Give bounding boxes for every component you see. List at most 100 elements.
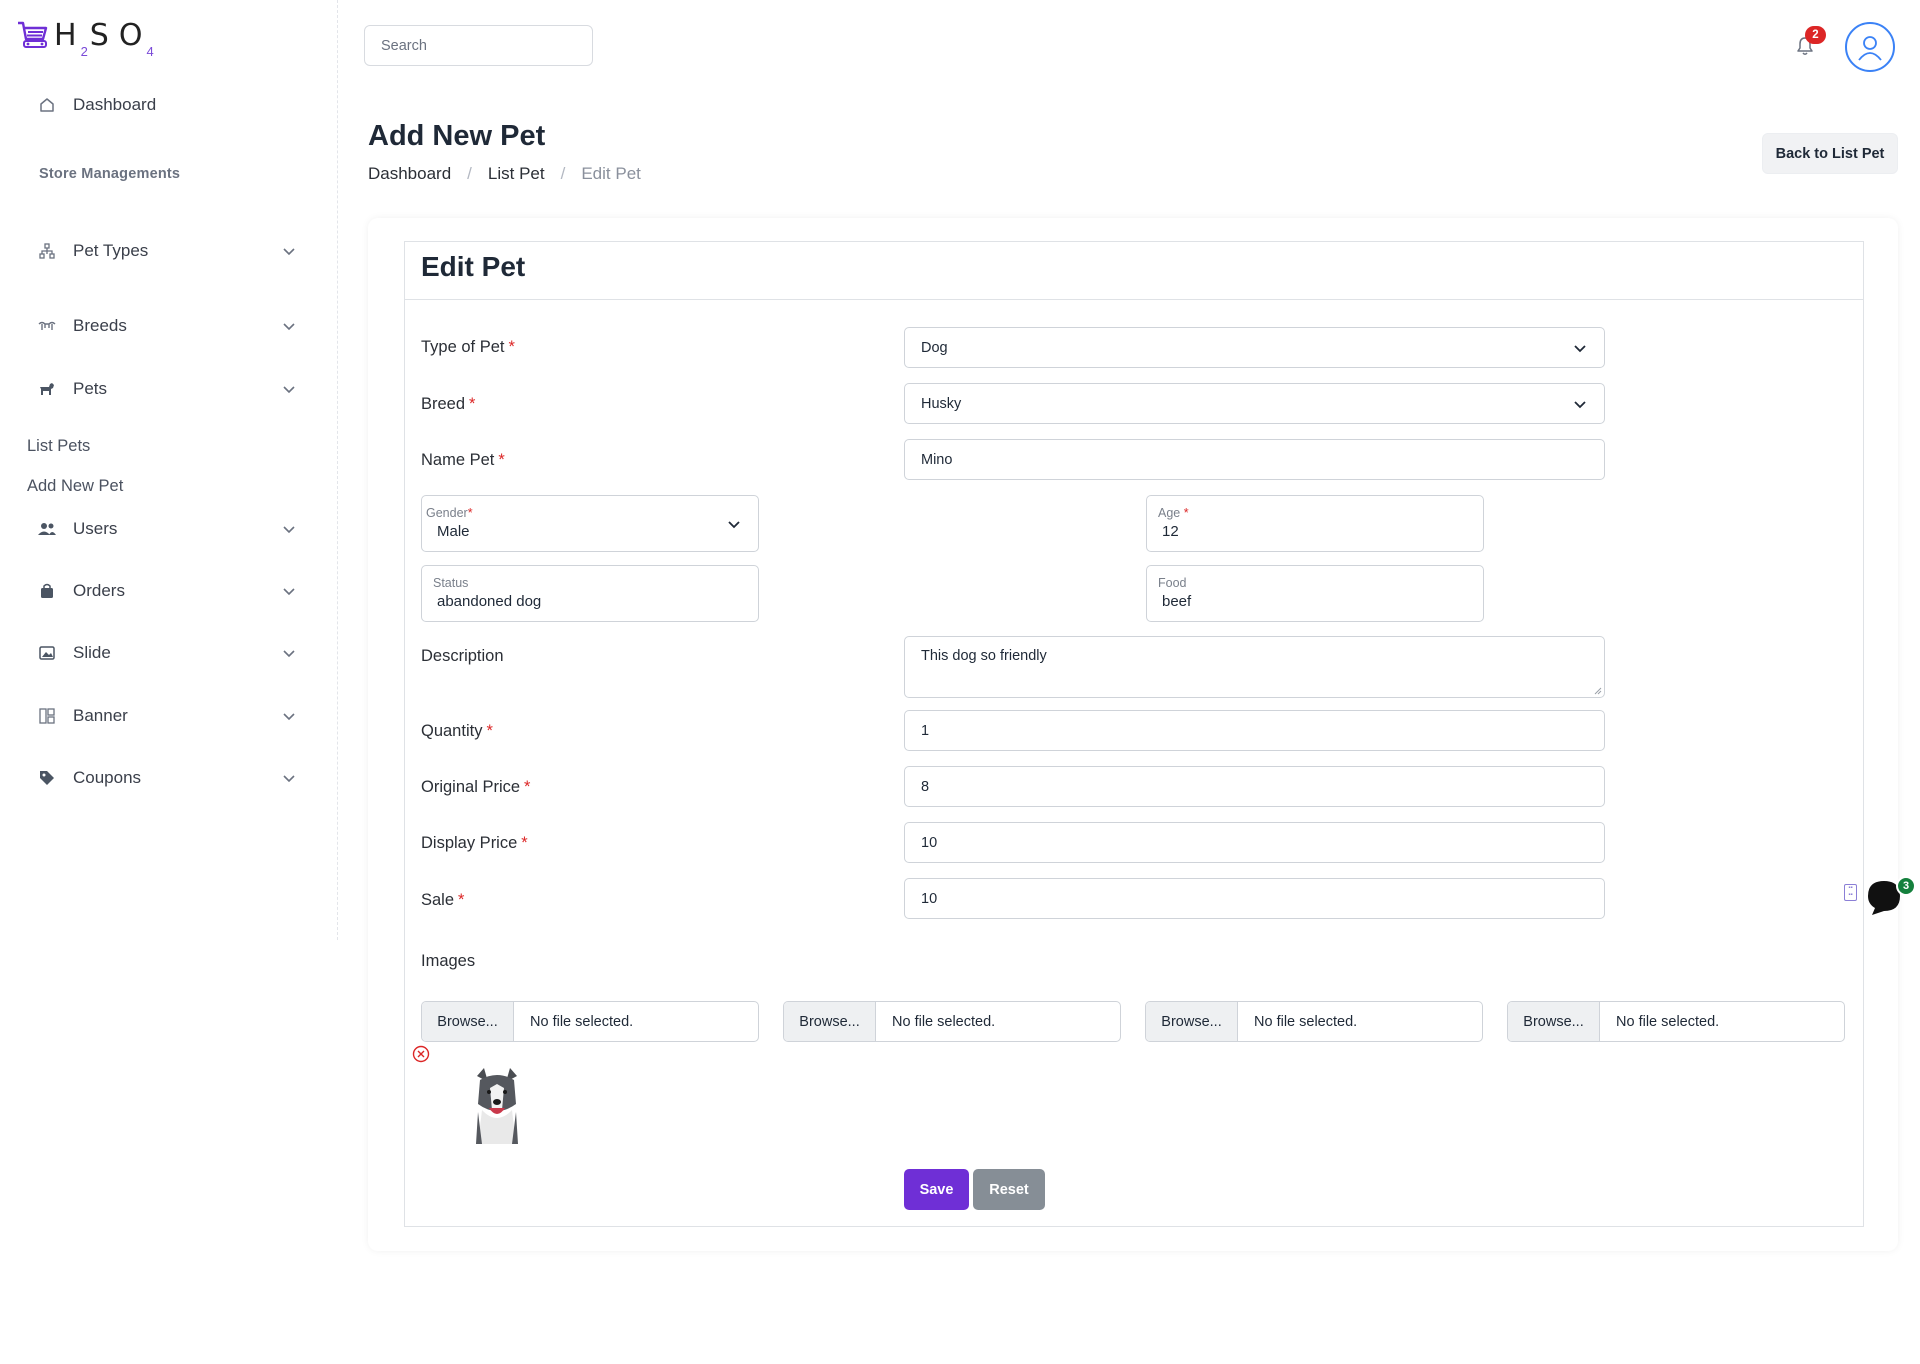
page-title: Add New Pet: [368, 120, 546, 152]
sidebar-item-label: Slide: [73, 643, 111, 662]
status-input[interactable]: Status abandoned dog: [421, 565, 759, 622]
image-file-input-3[interactable]: Browse... No file selected.: [1145, 1001, 1483, 1042]
status-value: abandoned dog: [437, 593, 542, 610]
age-label-text: Age: [1158, 506, 1181, 520]
breadcrumb-list-pet[interactable]: List Pet: [488, 164, 545, 184]
image-file-input-1[interactable]: Browse... No file selected.: [421, 1001, 759, 1042]
age-input[interactable]: Age * 12: [1146, 495, 1484, 552]
gender-select[interactable]: Gender* Male: [421, 495, 759, 552]
browse-button[interactable]: Browse...: [1508, 1002, 1600, 1041]
gender-label: Gender*: [426, 506, 473, 520]
chevron-down-icon: [283, 775, 295, 783]
logo-h: H: [54, 18, 79, 53]
users-icon: [37, 519, 57, 539]
chevron-down-icon: [283, 323, 295, 331]
layout-icon: [37, 706, 57, 726]
sidebar-item-banner[interactable]: Banner: [37, 696, 297, 736]
form-title: Edit Pet: [421, 251, 526, 282]
avatar[interactable]: [1845, 22, 1895, 72]
brand-logo[interactable]: H 2 S O 4: [16, 18, 156, 59]
food-label: Food: [1158, 576, 1187, 590]
chevron-down-icon: [1574, 401, 1586, 409]
image-file-input-2[interactable]: Browse... No file selected.: [783, 1001, 1121, 1042]
display-price-label-text: Display Price: [421, 834, 518, 852]
sidebar-item-orders[interactable]: Orders: [37, 571, 297, 611]
name-input[interactable]: Mino: [904, 439, 1605, 480]
breed-label-text: Breed: [421, 395, 466, 413]
sidebar-item-dashboard[interactable]: Dashboard: [37, 85, 297, 125]
required-mark: *: [467, 506, 473, 520]
sidebar: H 2 S O 4 Dashboard Store Managements Pe…: [0, 0, 338, 940]
sidebar-item-pets[interactable]: Pets: [37, 369, 297, 409]
chevron-down-icon: [283, 248, 295, 256]
chevron-down-icon: [1574, 345, 1586, 353]
cart-logo-icon: [18, 21, 48, 48]
required-mark: *: [508, 338, 515, 356]
remove-image-icon[interactable]: [412, 1045, 430, 1063]
gender-label-text: Gender: [426, 506, 468, 520]
browse-button[interactable]: Browse...: [422, 1002, 514, 1041]
sidebar-item-label: Coupons: [73, 768, 142, 787]
resize-grip-icon[interactable]: [1593, 686, 1602, 695]
back-to-list-button[interactable]: Back to List Pet: [1762, 133, 1898, 174]
breadcrumb-dashboard[interactable]: Dashboard: [368, 164, 451, 184]
sidebar-item-coupons[interactable]: Coupons: [37, 758, 297, 798]
image-icon: [37, 643, 57, 663]
logo-s: S: [89, 18, 111, 53]
quantity-label: Quantity *: [421, 722, 493, 741]
age-value: 12: [1162, 523, 1179, 540]
sidebar-subitem-add-new-pet[interactable]: Add New Pet: [27, 477, 123, 496]
save-button[interactable]: Save: [904, 1169, 969, 1210]
sidebar-subitem-list-pets[interactable]: List Pets: [27, 437, 90, 456]
original-price-label-text: Original Price: [421, 778, 521, 796]
reset-button[interactable]: Reset: [973, 1169, 1045, 1210]
sidebar-item-breeds[interactable]: Breeds: [37, 306, 297, 346]
sidebar-item-slide[interactable]: Slide: [37, 633, 297, 673]
display-price-label: Display Price *: [421, 834, 528, 853]
widget-toggle-icon[interactable]: ▪▪ ▪▪: [1844, 884, 1857, 901]
breadcrumb: Dashboard / List Pet / Edit Pet: [368, 164, 641, 184]
edit-pet-form: Edit Pet Type of Pet * Dog Breed * Husky N…: [404, 241, 1864, 1227]
sidebar-item-label: Pet Types: [73, 241, 149, 260]
age-label: Age *: [1158, 506, 1189, 520]
required-mark: *: [521, 834, 528, 852]
sale-input[interactable]: 10: [904, 878, 1605, 919]
required-mark: *: [486, 722, 493, 740]
gender-value: Male: [437, 523, 470, 540]
sale-label: Sale *: [421, 891, 464, 910]
original-price-input[interactable]: 8: [904, 766, 1605, 807]
original-price-value: 8: [921, 778, 930, 795]
quantity-input[interactable]: 1: [904, 710, 1605, 751]
name-label-text: Name Pet: [421, 451, 495, 469]
browse-button[interactable]: Browse...: [784, 1002, 876, 1041]
file-name: No file selected.: [530, 1013, 634, 1030]
breadcrumb-separator: /: [467, 164, 472, 183]
file-name: No file selected.: [892, 1013, 996, 1030]
status-label: Status: [433, 576, 469, 590]
sitemap-icon: [37, 241, 57, 261]
browse-button[interactable]: Browse...: [1146, 1002, 1238, 1041]
description-label: Description: [421, 647, 504, 665]
chevron-down-icon: [728, 521, 740, 529]
type-select[interactable]: Dog: [904, 327, 1605, 368]
display-price-input[interactable]: 10: [904, 822, 1605, 863]
breed-select[interactable]: Husky: [904, 383, 1605, 424]
description-textarea[interactable]: This dog so friendly: [904, 636, 1605, 698]
sidebar-item-label: Users: [73, 519, 118, 538]
chevron-down-icon: [283, 650, 295, 658]
sidebar-item-label: Banner: [73, 706, 128, 725]
chevron-down-icon: [283, 386, 295, 394]
image-file-input-4[interactable]: Browse... No file selected.: [1507, 1001, 1845, 1042]
sidebar-item-label: Dashboard: [73, 95, 157, 114]
sidebar-item-pet-types[interactable]: Pet Types: [37, 231, 297, 271]
logo-subscript-4: 4: [146, 44, 154, 59]
required-mark: *: [498, 451, 505, 469]
sidebar-item-users[interactable]: Users: [37, 509, 297, 549]
sidebar-item-label: Orders: [73, 581, 125, 600]
search-input[interactable]: [364, 25, 593, 66]
file-name: No file selected.: [1616, 1013, 1720, 1030]
breeds-icon: [37, 316, 57, 336]
chevron-down-icon: [283, 588, 295, 596]
quantity-label-text: Quantity: [421, 722, 483, 740]
food-input[interactable]: Food beef: [1146, 565, 1484, 622]
